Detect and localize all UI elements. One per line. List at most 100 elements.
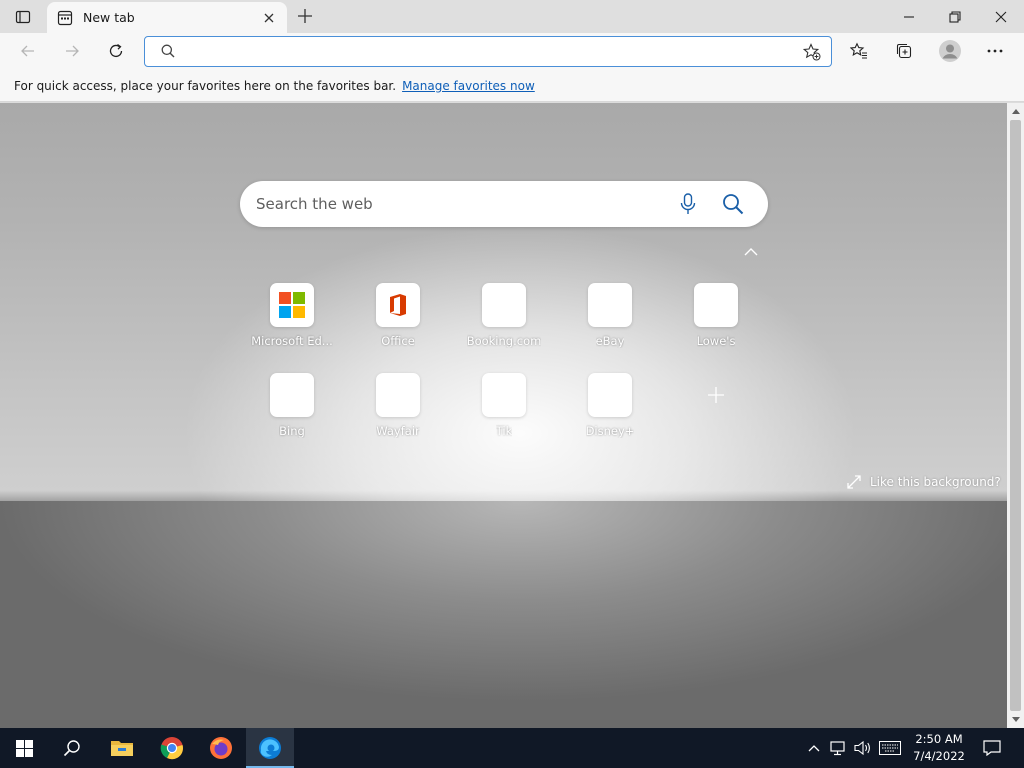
- firefox-button[interactable]: [197, 728, 245, 768]
- volume-button[interactable]: [852, 728, 874, 768]
- close-window-button[interactable]: [978, 0, 1024, 33]
- forward-arrow-icon: [66, 45, 79, 57]
- quick-link-tile[interactable]: eBay: [558, 283, 662, 361]
- quick-link-tile[interactable]: Office: [346, 283, 450, 361]
- like-background-label: Like this background?: [870, 475, 1001, 489]
- site-icon: [588, 283, 632, 327]
- new-tab-page: Microsoft Ed... Office Booking.com eBay …: [0, 103, 1007, 728]
- search-icon: [63, 740, 80, 757]
- quick-link-tile[interactable]: Lowe's: [664, 283, 768, 361]
- close-icon: [995, 11, 1007, 22]
- chrome-button[interactable]: [148, 728, 196, 768]
- search-submit-icon[interactable]: [720, 191, 746, 217]
- quick-link-label: Office: [381, 334, 415, 348]
- background-lower: [0, 501, 1007, 728]
- profile-button[interactable]: [934, 35, 966, 67]
- restore-button[interactable]: [932, 0, 978, 33]
- web-search-box[interactable]: [240, 181, 768, 227]
- clock-date: 7/4/2022: [913, 749, 965, 763]
- web-search-input[interactable]: [256, 192, 656, 216]
- site-icon: [270, 373, 314, 417]
- plus-icon: [694, 373, 738, 417]
- office-logo-icon: [376, 283, 420, 327]
- taskbar: 2:50 AM 7/4/2022: [0, 728, 1024, 768]
- collections-icon: [896, 43, 912, 59]
- microsoft-logo-icon: [270, 283, 314, 327]
- quick-link-tile[interactable]: Disney+: [558, 373, 662, 451]
- folder-icon: [111, 741, 133, 756]
- quick-link-tile[interactable]: Booking.com: [452, 283, 556, 361]
- edge-icon: [259, 737, 281, 759]
- chevron-up-icon: [808, 744, 820, 751]
- close-tab-icon[interactable]: [261, 10, 277, 26]
- address-input[interactable]: [185, 41, 785, 62]
- firefox-icon: [210, 737, 232, 759]
- show-hidden-icons-button[interactable]: [804, 728, 824, 768]
- windows-logo-icon: [15, 739, 33, 757]
- settings-more-button[interactable]: [979, 35, 1011, 67]
- new-tab-button[interactable]: [290, 2, 320, 30]
- collapse-quick-links-button[interactable]: [740, 243, 762, 261]
- network-button[interactable]: [828, 728, 850, 768]
- forward-button[interactable]: [56, 35, 88, 67]
- quick-link-tile[interactable]: Bing: [240, 373, 344, 451]
- address-bar[interactable]: [144, 36, 832, 67]
- tab-title: New tab: [83, 10, 135, 25]
- notification-icon: [983, 740, 1001, 756]
- expand-icon: [846, 474, 862, 490]
- notifications-button[interactable]: [978, 728, 1006, 768]
- microphone-icon[interactable]: [676, 192, 700, 216]
- like-background-button[interactable]: Like this background?: [846, 474, 1001, 490]
- scrollbar-thumb[interactable]: [1010, 120, 1021, 711]
- collections-button[interactable]: [888, 35, 920, 67]
- favorites-button[interactable]: [843, 35, 875, 67]
- clock-time: 2:50 AM: [915, 732, 963, 746]
- quick-link-tile[interactable]: Wayfair: [346, 373, 450, 451]
- quick-link-label: Booking.com: [466, 334, 542, 348]
- refresh-button[interactable]: [100, 35, 132, 67]
- network-icon: [830, 741, 845, 756]
- back-arrow-icon: [21, 45, 34, 57]
- taskbar-search-button[interactable]: [48, 728, 96, 768]
- favorites-bar-message: For quick access, place your favorites h…: [14, 78, 397, 93]
- avatar-icon: [939, 40, 961, 62]
- plus-icon: [298, 9, 312, 23]
- add-favorite-icon[interactable]: [801, 41, 823, 63]
- toolbar: [0, 33, 1024, 70]
- chrome-icon: [160, 737, 183, 760]
- manage-favorites-link[interactable]: Manage favorites now: [402, 79, 535, 93]
- keyboard-button[interactable]: [877, 728, 903, 768]
- favorites-bar: For quick access, place your favorites h…: [0, 70, 1024, 102]
- file-explorer-button[interactable]: [98, 728, 146, 768]
- quick-link-tile[interactable]: Microsoft Ed...: [240, 283, 344, 361]
- system-clock[interactable]: 2:50 AM 7/4/2022: [904, 731, 974, 765]
- vertical-scrollbar[interactable]: [1007, 103, 1024, 728]
- search-icon: [161, 44, 175, 61]
- chevron-up-icon: [744, 248, 758, 256]
- quick-link-label: Microsoft Ed...: [251, 334, 333, 348]
- quick-link-label: Wayfair: [376, 424, 420, 438]
- back-button[interactable]: [12, 35, 44, 67]
- site-icon: [482, 373, 526, 417]
- keyboard-icon: [879, 741, 901, 755]
- restore-icon: [949, 10, 961, 23]
- tab-new-tab[interactable]: New tab: [47, 2, 287, 33]
- site-icon: [482, 283, 526, 327]
- speaker-icon: [854, 740, 870, 756]
- new-tab-icon: [57, 10, 73, 26]
- title-bar: New tab: [0, 0, 1024, 33]
- edge-button[interactable]: [246, 728, 294, 768]
- add-quick-link-button[interactable]: [664, 373, 768, 451]
- tab-actions-icon: [15, 10, 31, 23]
- favorites-icon: [850, 42, 867, 59]
- scroll-down-arrow-icon[interactable]: [1007, 711, 1024, 728]
- tab-actions-button[interactable]: [0, 0, 46, 33]
- quick-link-tile[interactable]: Tik: [452, 373, 556, 451]
- start-button[interactable]: [0, 728, 48, 768]
- quick-link-label: eBay: [595, 334, 625, 348]
- quick-link-label: Bing: [279, 424, 305, 438]
- site-icon: [588, 373, 632, 417]
- minimize-button[interactable]: [886, 0, 932, 33]
- scroll-up-arrow-icon[interactable]: [1007, 103, 1024, 120]
- quick-link-label: Tik: [495, 424, 513, 438]
